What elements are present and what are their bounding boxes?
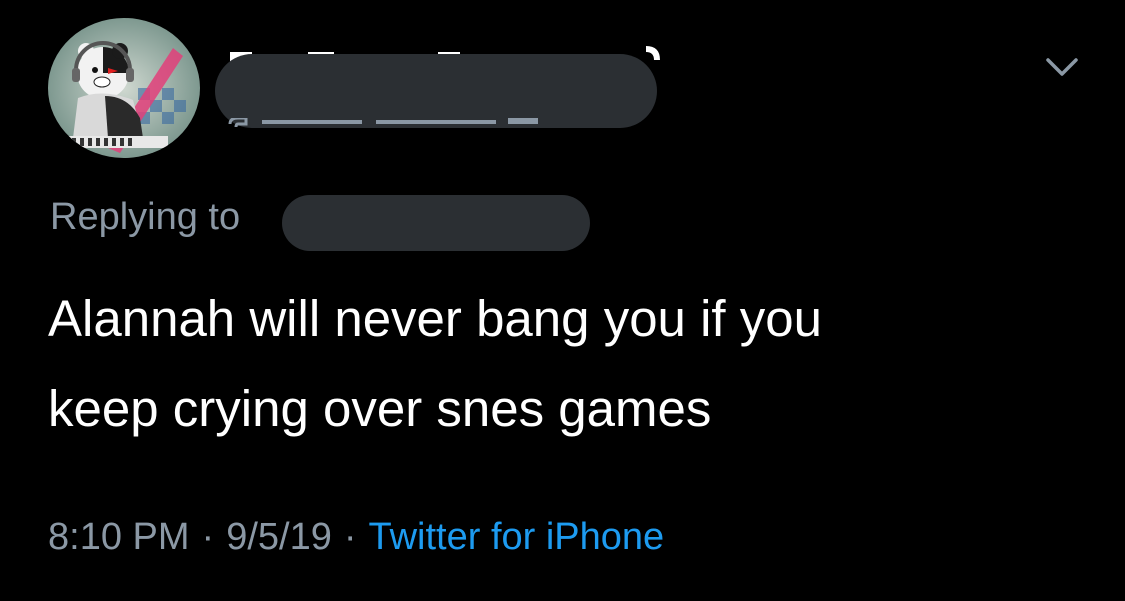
tweet-text: Alannah will never bang you if you keep … bbox=[48, 274, 1088, 454]
meta-separator: · bbox=[201, 515, 215, 558]
tweet-text-line: Alannah will never bang you if you bbox=[48, 290, 822, 347]
tweet-meta: 8:10 PM · 9/5/19 · Twitter for iPhone bbox=[48, 512, 664, 562]
tweet-text-line: keep crying over snes games bbox=[48, 380, 712, 437]
tweet-source-link[interactable]: Twitter for iPhone bbox=[369, 516, 665, 559]
more-menu-button[interactable] bbox=[1042, 52, 1082, 82]
avatar-icon bbox=[48, 18, 200, 158]
avatar[interactable] bbox=[48, 18, 200, 158]
replying-to: Replying to bbox=[50, 192, 240, 242]
meta-separator: · bbox=[343, 515, 357, 558]
tweet-date: 9/5/19 bbox=[226, 515, 332, 558]
handle-peek bbox=[226, 118, 556, 136]
tweet-time: 8:10 PM bbox=[48, 515, 190, 558]
chevron-down-icon bbox=[1046, 58, 1078, 76]
replying-to-label: Replying to bbox=[50, 195, 241, 238]
reply-handle-redaction[interactable] bbox=[282, 195, 590, 251]
tweet: Replying to Alannah will never bang you … bbox=[0, 0, 1125, 601]
display-name-redaction bbox=[215, 54, 657, 128]
